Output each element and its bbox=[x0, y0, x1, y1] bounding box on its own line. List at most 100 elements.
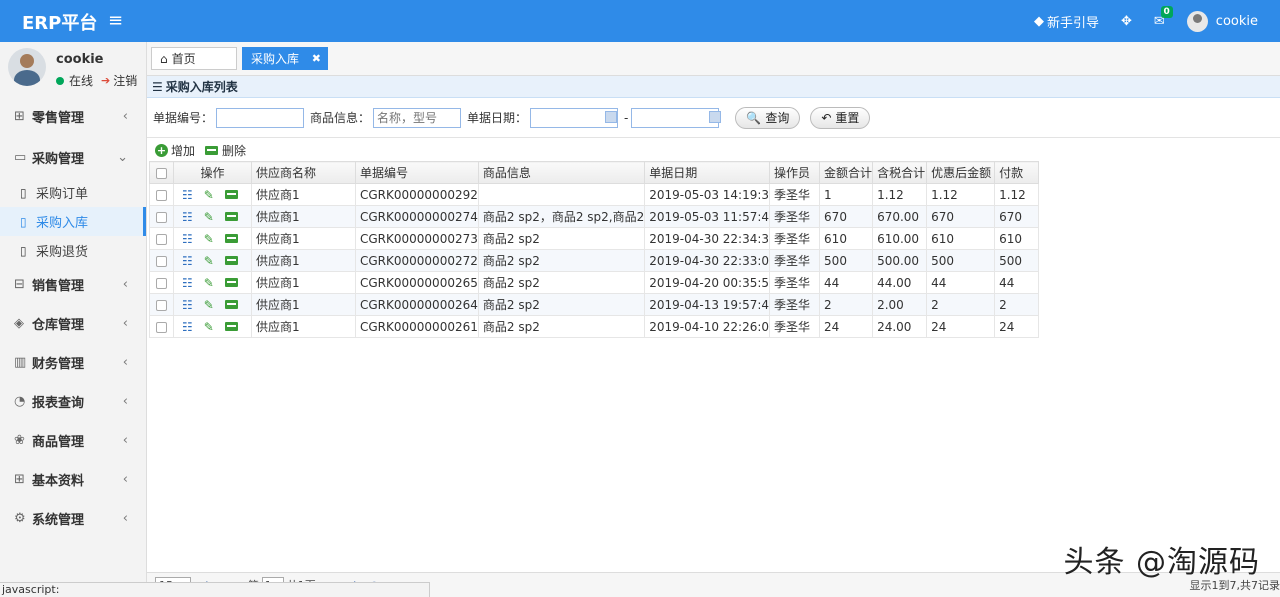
detail-icon[interactable]: ☷ bbox=[182, 232, 193, 246]
detail-icon[interactable]: ☷ bbox=[182, 254, 193, 268]
chevron-left-icon: ‹ bbox=[122, 355, 128, 370]
detail-icon[interactable]: ☷ bbox=[182, 276, 193, 290]
logout-icon: ➔ bbox=[101, 74, 111, 87]
sidebar-item-sales[interactable]: ⊟ 销售管理 ‹ bbox=[0, 265, 146, 304]
edit-icon[interactable]: ✎ bbox=[204, 254, 214, 268]
row-checkbox[interactable] bbox=[149, 249, 174, 272]
cell-operator: 季圣华 bbox=[769, 271, 821, 294]
table-row[interactable]: ☷ ✎ 供应商1 CGRK00000000264 商品2 sp2 2019-04-13 1… bbox=[149, 293, 1040, 316]
cell-tax: 1.12 bbox=[872, 183, 928, 206]
product-input[interactable] bbox=[373, 107, 462, 128]
table-row[interactable]: ☷ ✎ 供应商1 CGRK00000000261 商品2 sp2 2019-04-10 2… bbox=[149, 315, 1040, 338]
chevron-left-icon: ‹ bbox=[122, 472, 128, 487]
table-row[interactable]: ☷ ✎ 供应商1 CGRK00000000274 商品2 sp2，商品2 sp2,商品2… bbox=[149, 205, 1040, 228]
column-header[interactable]: 单据日期 bbox=[644, 161, 771, 184]
fullscreen-icon[interactable]: ✥ bbox=[1121, 14, 1132, 29]
tab-purchase-in[interactable]: 采购入库 ✖ bbox=[242, 47, 328, 70]
mail-button[interactable]: ✉ 0 bbox=[1154, 5, 1173, 29]
sidebar-subitem-purchase-return[interactable]: ▯ 采购退货 bbox=[0, 236, 146, 265]
guide-link[interactable]: ◆ 新手引导 bbox=[1034, 12, 1099, 31]
edit-icon[interactable]: ✎ bbox=[204, 298, 214, 312]
home-icon: ⌂ bbox=[160, 51, 168, 66]
gear-icon: ⚙ bbox=[14, 511, 26, 526]
column-header[interactable]: 优惠后金额 bbox=[926, 161, 996, 184]
row-checkbox[interactable] bbox=[149, 205, 174, 228]
tab-home[interactable]: ⌂ 首页 bbox=[151, 47, 237, 70]
edit-icon[interactable]: ✎ bbox=[204, 276, 214, 290]
column-header[interactable]: 商品信息 bbox=[477, 161, 646, 184]
column-header[interactable]: 单据编号 bbox=[355, 161, 479, 184]
date-end-input[interactable] bbox=[631, 107, 720, 128]
cell-date: 2019-04-13 19:57:4 bbox=[644, 293, 771, 316]
row-checkbox[interactable] bbox=[149, 227, 174, 250]
delete-icon[interactable] bbox=[224, 212, 238, 221]
select-all-checkbox[interactable] bbox=[149, 161, 174, 184]
cell-date: 2019-04-30 22:33:0 bbox=[644, 249, 771, 272]
grid-icon: ⊞ bbox=[14, 472, 25, 487]
query-button[interactable]: 🔍 查询 bbox=[735, 106, 801, 129]
delete-button[interactable]: 删除 bbox=[205, 142, 246, 159]
user-menu[interactable]: cookie bbox=[1186, 10, 1258, 32]
edit-icon[interactable]: ✎ bbox=[204, 188, 214, 202]
row-checkbox[interactable] bbox=[149, 271, 174, 294]
table-row[interactable]: ☷ ✎ 供应商1 CGRK00000000273 商品2 sp2 2019-04-30 2… bbox=[149, 227, 1040, 250]
column-header[interactable]: 含税合计 bbox=[872, 161, 928, 184]
reset-button[interactable]: ↶ 重置 bbox=[810, 106, 871, 129]
data-grid: 操作 供应商名称 单据编号 商品信息 单据日期 操作员 金额合计 含税合计 优惠… bbox=[149, 161, 1040, 338]
sidebar-item-purchase[interactable]: ▭ 采购管理 ⌄ bbox=[0, 136, 146, 178]
sidebar-item-reports[interactable]: ◔ 报表查询 ‹ bbox=[0, 382, 146, 421]
doc-no-input[interactable] bbox=[216, 107, 305, 128]
cell-operator: 季圣华 bbox=[769, 183, 821, 206]
sidebar-item-warehouse[interactable]: ◈ 仓库管理 ‹ bbox=[0, 304, 146, 343]
detail-icon[interactable]: ☷ bbox=[182, 298, 193, 312]
delete-icon[interactable] bbox=[224, 278, 238, 287]
cell-no: CGRK00000000273 bbox=[355, 227, 479, 250]
delete-icon[interactable] bbox=[224, 234, 238, 243]
sidebar-subitem-purchase-in[interactable]: ▯ 采购入库 bbox=[0, 207, 146, 236]
column-header[interactable]: 金额合计 bbox=[819, 161, 874, 184]
sidebar-item-label: 销售管理 bbox=[32, 279, 85, 294]
row-checkbox[interactable] bbox=[149, 293, 174, 316]
calendar-icon[interactable] bbox=[605, 110, 618, 123]
brand-logo[interactable]: ERP平台 bbox=[22, 9, 97, 35]
detail-icon[interactable]: ☷ bbox=[182, 320, 193, 334]
column-header[interactable]: 操作员 bbox=[769, 161, 821, 184]
main-content: ⌂ 首页 采购入库 ✖ ☰ 采购入库列表 单据编号： 商品信息： 单据日期： -… bbox=[147, 42, 1280, 597]
close-icon[interactable]: ✖ bbox=[312, 52, 321, 65]
cell-date: 2019-04-20 00:35:5 bbox=[644, 271, 771, 294]
table-row[interactable]: ☷ ✎ 供应商1 CGRK00000000272 商品2 sp2 2019-04-30 2… bbox=[149, 249, 1040, 272]
delete-icon[interactable] bbox=[224, 190, 238, 199]
add-button[interactable]: + 增加 bbox=[155, 142, 195, 159]
edit-icon[interactable]: ✎ bbox=[204, 210, 214, 224]
sidebar-item-retail[interactable]: ⊞ 零售管理 ‹ bbox=[0, 97, 146, 136]
delete-icon[interactable] bbox=[224, 300, 238, 309]
cell-product: 商品2 sp2 bbox=[477, 227, 646, 250]
sidebar-item-finance[interactable]: ▥ 财务管理 ‹ bbox=[0, 343, 146, 382]
cell-amount: 2 bbox=[819, 293, 874, 316]
tab-label: 首页 bbox=[171, 52, 196, 66]
delete-icon[interactable] bbox=[224, 256, 238, 265]
sidebar-item-system[interactable]: ⚙ 系统管理 ‹ bbox=[0, 499, 146, 538]
calendar-icon[interactable] bbox=[709, 110, 722, 123]
sidebar-item-products[interactable]: ❀ 商品管理 ‹ bbox=[0, 421, 146, 460]
edit-icon[interactable]: ✎ bbox=[204, 232, 214, 246]
menu-toggle-icon[interactable]: ≡ bbox=[108, 10, 123, 31]
date-end-field[interactable] bbox=[631, 107, 725, 128]
column-header[interactable]: 供应商名称 bbox=[251, 161, 356, 184]
sidebar-item-basic-data[interactable]: ⊞ 基本资料 ‹ bbox=[0, 460, 146, 499]
detail-icon[interactable]: ☷ bbox=[182, 188, 193, 202]
date-start-field[interactable] bbox=[530, 107, 621, 128]
table-row[interactable]: ☷ ✎ 供应商1 CGRK00000000265 商品2 sp2 2019-04-20 0… bbox=[149, 271, 1040, 294]
table-row[interactable]: ☷ ✎ 供应商1 CGRK00000000292 2019-05-03 14:19:3 季… bbox=[149, 183, 1040, 206]
detail-icon[interactable]: ☷ bbox=[182, 210, 193, 224]
column-header[interactable]: 付款 bbox=[994, 161, 1040, 184]
row-checkbox[interactable] bbox=[149, 315, 174, 338]
edit-icon[interactable]: ✎ bbox=[204, 320, 214, 334]
delete-icon[interactable] bbox=[224, 322, 238, 331]
logout-link[interactable]: ➔ 注销 bbox=[101, 72, 137, 89]
sidebar-subitem-purchase-order[interactable]: ▯ 采购订单 bbox=[0, 178, 146, 207]
clock-icon: ◔ bbox=[14, 394, 26, 409]
browser-status-bar: javascript: bbox=[0, 582, 430, 597]
cell-paid: 24 bbox=[994, 315, 1040, 338]
row-checkbox[interactable] bbox=[149, 183, 174, 206]
